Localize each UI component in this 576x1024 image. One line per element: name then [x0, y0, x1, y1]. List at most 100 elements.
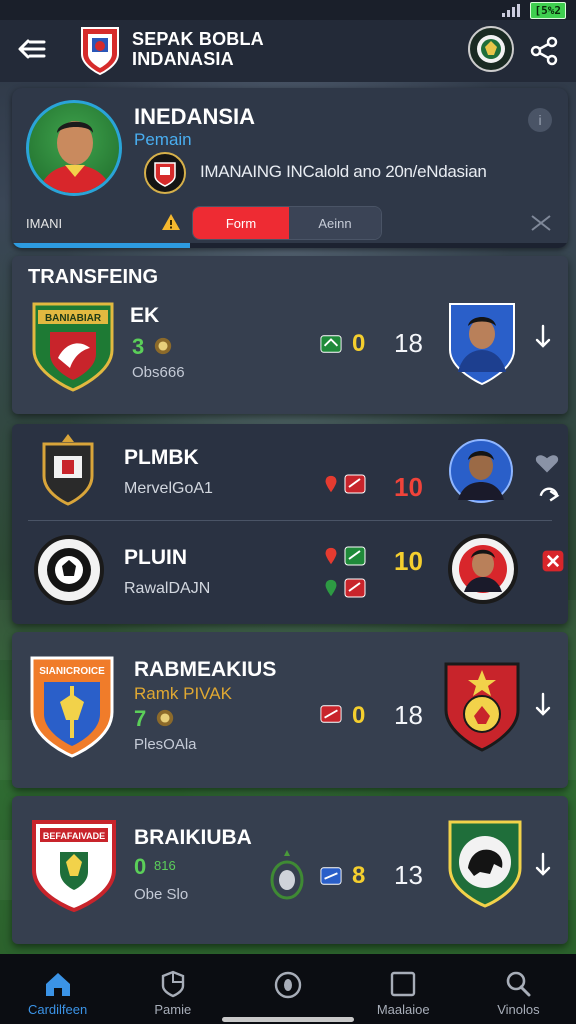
nav-item-vinolos[interactable]: Vinolos: [461, 954, 576, 1024]
team-subtitle: Ramk PIVAK: [134, 684, 232, 703]
more-button[interactable]: [530, 322, 556, 352]
nav-item-pamie[interactable]: Pamie: [115, 954, 230, 1024]
shield-icon: [161, 970, 184, 998]
team-name: EK: [130, 304, 160, 327]
team-crest: [42, 434, 94, 506]
team-name: PLMBK: [124, 446, 199, 469]
player-role: Pemain: [134, 130, 192, 149]
home-icon: [45, 973, 70, 996]
list-item[interactable]: PLMBK MervelGoA1 10: [12, 424, 568, 520]
location-icon: [325, 547, 337, 565]
team-crest: BEFAFAIVADE: [32, 820, 116, 913]
match-section: SIANICROICE RABMEAKIUS Ramk PIVAK 7 Ples…: [12, 632, 568, 788]
collapse-icon[interactable]: [530, 214, 552, 232]
team-crest: BANIABIAR: [32, 302, 114, 392]
more-icon: [535, 692, 551, 716]
more-icon: [535, 324, 551, 348]
score-b: 10: [394, 546, 423, 576]
list-item[interactable]: BEFAFAIVADE BRAIKIUBA 0 816 Obe Slo 8 13: [12, 796, 568, 944]
team-name: RABMEAKIUS: [134, 658, 277, 681]
nav-item-home[interactable]: Cardilfeen: [0, 954, 115, 1024]
nav-label: Cardilfeen: [27, 1002, 88, 1017]
expand-icon[interactable]: [536, 476, 562, 506]
form-badge-icon: [320, 867, 342, 885]
home-indicator[interactable]: [222, 1017, 354, 1022]
progress-fill: [12, 243, 190, 248]
crest-banner-text: BEFAFAIVADE: [43, 831, 105, 841]
status-bar: [5%2: [0, 0, 576, 20]
share-icon: [530, 36, 558, 66]
player-club-logo: [144, 152, 186, 194]
team-stat: 0: [134, 854, 147, 879]
row-divider: [28, 520, 552, 521]
list-item[interactable]: PLUIN RawalDAJN 10: [12, 524, 568, 620]
transfer-section: TRANSFEING BANIABIAR EK 3 Obs666 0 18: [12, 256, 568, 414]
score-b: 10: [394, 472, 423, 502]
nav-label: Maalaioe: [376, 1002, 430, 1017]
progress-bar: [12, 243, 568, 248]
small-crest-icon: [156, 709, 174, 727]
player-name: INEDANSIA: [134, 104, 256, 129]
close-icon[interactable]: [540, 546, 566, 576]
score-a: 0: [352, 330, 366, 357]
tab-form[interactable]: Form: [193, 207, 289, 239]
team-meta: Obs666: [132, 364, 185, 381]
team-city: MervelGoA1: [124, 480, 213, 497]
crest-banner-text: BANIABIAR: [45, 313, 102, 324]
more-button[interactable]: [530, 690, 556, 720]
nav-item-maalaioe[interactable]: Maalaioe: [346, 954, 461, 1024]
club-crest-icon: [477, 35, 505, 63]
team-name: PLUIN: [124, 546, 187, 569]
club-badge[interactable]: [468, 26, 514, 72]
team-stat-small: 816: [154, 858, 176, 873]
nav-label: Vinolos: [497, 1002, 540, 1017]
team-stat: 7: [134, 706, 147, 731]
team-crest: [34, 535, 104, 605]
small-crest-icon: [154, 337, 172, 355]
nav-item-ball[interactable]: [230, 954, 345, 1024]
nav-label: Pamie: [154, 1002, 192, 1017]
list-item[interactable]: BANIABIAR EK 3 Obs666 0 18: [12, 292, 568, 412]
search-icon: [507, 971, 531, 997]
back-arrow-icon: [18, 39, 46, 59]
opponent-player-badge: [449, 303, 515, 386]
form-badge-icon: [344, 578, 366, 598]
match-section: PLMBK MervelGoA1 10 PLUIN RawalDAJN 10: [12, 424, 568, 624]
warning-icon: [162, 214, 180, 230]
score-a: 0: [352, 702, 366, 729]
app-header: SEPAK BOBLA INDANASIA: [0, 20, 576, 82]
player-avatar: [26, 100, 122, 196]
score-b: 13: [394, 860, 423, 890]
back-button[interactable]: [14, 34, 48, 64]
more-button[interactable]: [530, 850, 556, 880]
square-icon: [391, 971, 416, 997]
opponent-crest: [444, 662, 520, 752]
score-b: 18: [394, 328, 423, 358]
form-badge-icon: [344, 546, 366, 566]
player-description: IMANAING INCalold ano 20n/eNdasian: [200, 162, 487, 181]
team-city: RawalDAJN: [124, 580, 211, 597]
opponent-player-avatar: [449, 439, 513, 503]
score-b: 18: [394, 700, 423, 730]
player-card[interactable]: INEDANSIA Pemain i IMANAING INCalold ano…: [12, 88, 568, 248]
battery-indicator: [5%2: [529, 1, 566, 19]
bottom-navigation: Cardilfeen Pamie Maalaioe Vinolos: [0, 954, 576, 1024]
opponent-player-avatar: [448, 534, 518, 604]
opponent-crest: [448, 820, 522, 908]
app-title: SEPAK BOBLA INDANASIA: [132, 29, 264, 69]
section-title: TRANSFEING: [28, 266, 158, 288]
favorite-icon[interactable]: [534, 448, 560, 478]
form-badge-icon: [320, 705, 342, 723]
share-button[interactable]: [528, 34, 562, 68]
signal-icon: [501, 3, 520, 17]
info-button[interactable]: i: [528, 108, 552, 132]
location-icon: [325, 579, 337, 597]
ball-icon: [274, 971, 302, 999]
team-meta: PlesOAla: [134, 736, 197, 753]
match-section: BEFAFAIVADE BRAIKIUBA 0 816 Obe Slo 8 13: [12, 796, 568, 944]
team-crest: SIANICROICE: [30, 656, 114, 758]
list-item[interactable]: SIANICROICE RABMEAKIUS Ramk PIVAK 7 Ples…: [12, 632, 568, 788]
tab-detail[interactable]: Aeinn: [289, 207, 381, 239]
score-a: 8: [352, 862, 366, 889]
form-badge-icon: [344, 474, 366, 494]
